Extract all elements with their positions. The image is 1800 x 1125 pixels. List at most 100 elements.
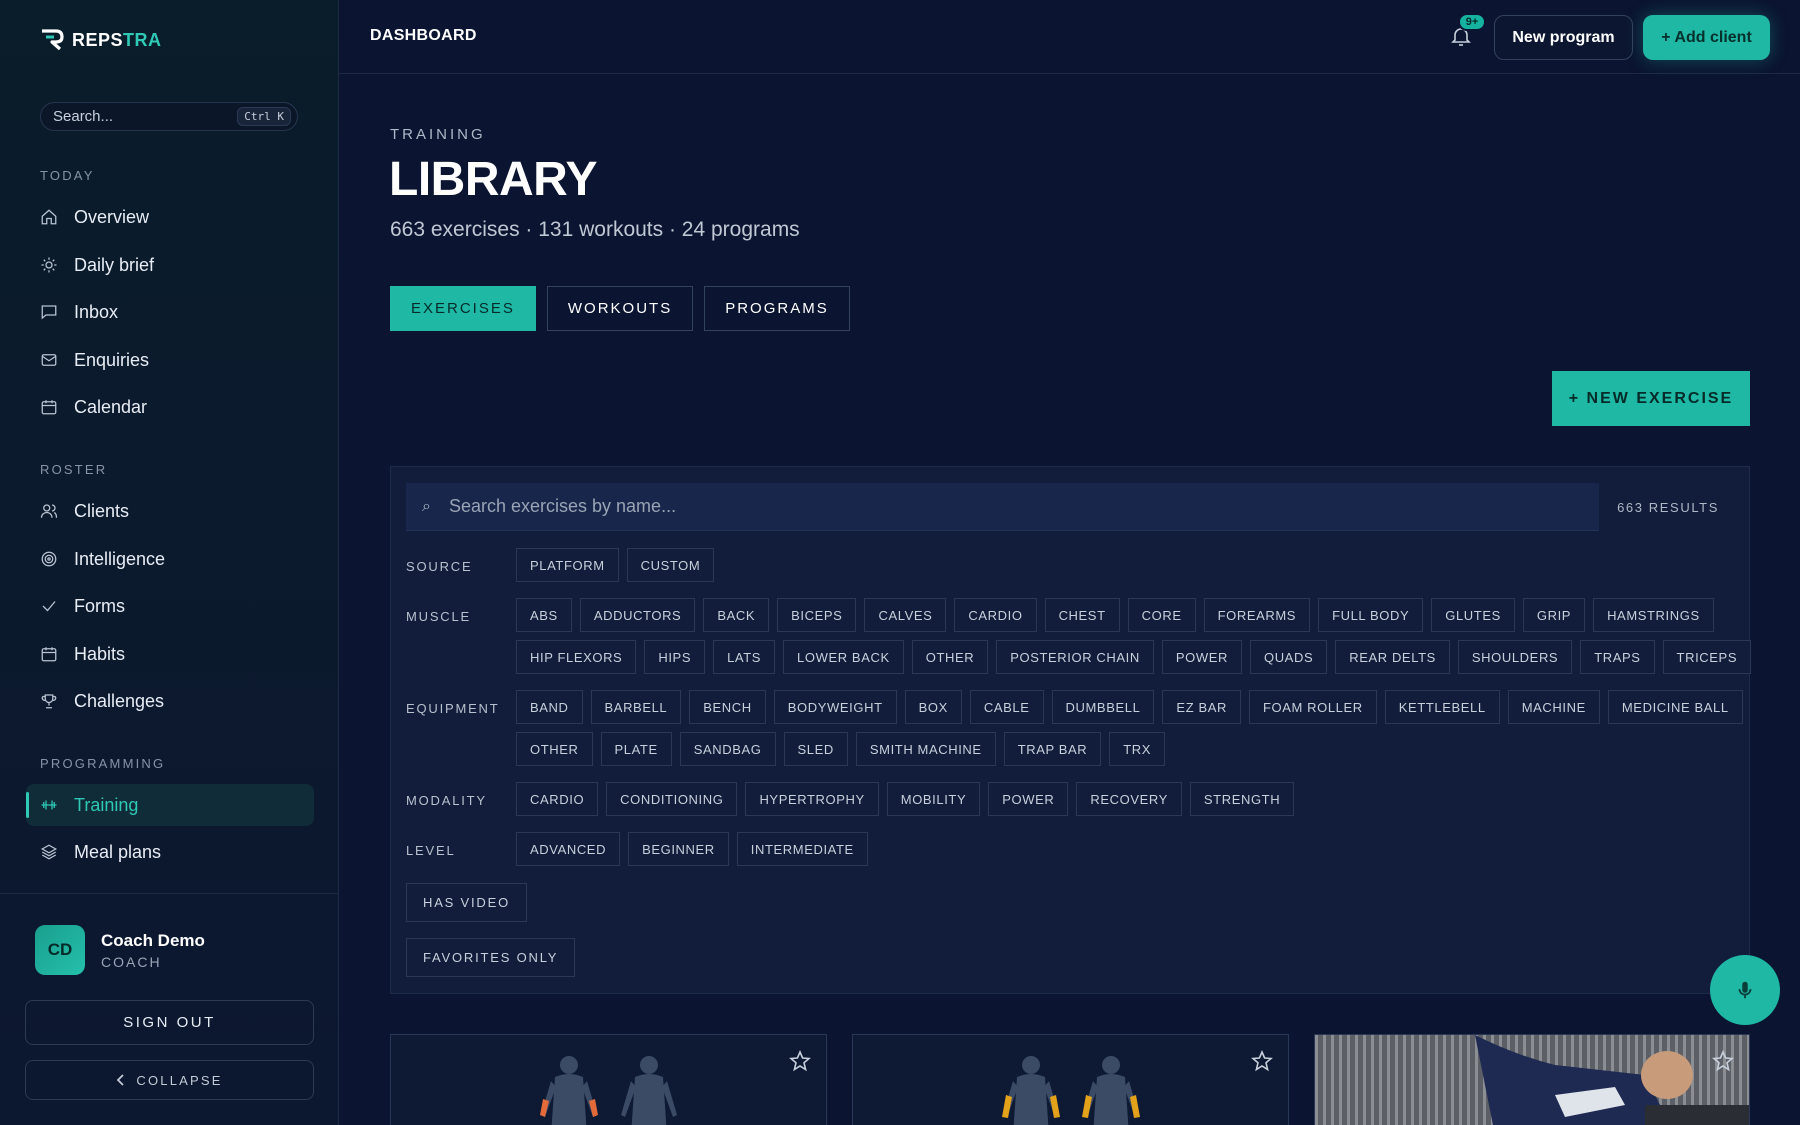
filter-chip[interactable]: SANDBAG xyxy=(679,732,776,766)
filter-chip[interactable]: ABS xyxy=(516,598,572,632)
filter-chip[interactable]: BENCH xyxy=(689,690,766,724)
sidebar-item-daily-brief[interactable]: Daily brief xyxy=(26,244,314,286)
filter-chip[interactable]: RECOVERY xyxy=(1076,782,1182,816)
filter-chip[interactable]: CABLE xyxy=(969,690,1044,724)
sidebar-item-label: Intelligence xyxy=(74,548,166,569)
favorite-star-button[interactable] xyxy=(1250,1049,1274,1073)
filter-chip[interactable]: CHEST xyxy=(1044,598,1120,632)
filter-chip[interactable]: POWER xyxy=(1161,640,1242,674)
sign-out-button[interactable]: SIGN OUT xyxy=(25,1000,314,1045)
filter-chip[interactable]: SLED xyxy=(783,732,848,766)
filter-chip[interactable]: CARDIO xyxy=(954,598,1037,632)
sidebar-item-habits[interactable]: Habits xyxy=(26,633,314,675)
filter-chip[interactable]: SMITH MACHINE xyxy=(855,732,996,766)
page-subtitle: 663 exercises · 131 workouts · 24 progra… xyxy=(390,218,800,241)
favorites-only-toggle[interactable]: FAVORITES ONLY xyxy=(406,938,576,977)
sidebar-search-placeholder: Search... xyxy=(53,108,114,125)
filter-chip[interactable]: CALVES xyxy=(864,598,947,632)
filter-chip[interactable]: INTERMEDIATE xyxy=(736,832,868,866)
sidebar-item-forms[interactable]: Forms xyxy=(26,585,314,627)
filter-chip[interactable]: BODYWEIGHT xyxy=(773,690,897,724)
tab-exercises[interactable]: EXERCISES xyxy=(390,286,536,331)
filter-chip[interactable]: FOREARMS xyxy=(1203,598,1311,632)
filter-chip[interactable]: TRX xyxy=(1109,732,1166,766)
filter-chip[interactable]: FOAM ROLLER xyxy=(1248,690,1377,724)
filter-chip[interactable]: BACK xyxy=(703,598,770,632)
filter-chip[interactable]: REAR DELTS xyxy=(1335,640,1450,674)
sidebar-item-clients[interactable]: Clients xyxy=(26,490,314,532)
filter-chip[interactable]: BOX xyxy=(904,690,962,724)
filter-chip[interactable]: MEDICINE BALL xyxy=(1607,690,1743,724)
filter-chip[interactable]: KETTLEBELL xyxy=(1384,690,1500,724)
add-client-button[interactable]: + Add client xyxy=(1643,15,1770,60)
filter-chip[interactable]: STRENGTH xyxy=(1189,782,1295,816)
filter-chip[interactable]: GLUTES xyxy=(1431,598,1515,632)
sidebar-item-challenges[interactable]: Challenges xyxy=(26,680,314,722)
filter-chip[interactable]: POWER xyxy=(988,782,1069,816)
filter-chip[interactable]: BICEPS xyxy=(777,598,857,632)
filter-chip[interactable]: TRAP BAR xyxy=(1003,732,1102,766)
sidebar-item-training[interactable]: Training xyxy=(26,784,314,826)
sidebar-item-inbox[interactable]: Inbox xyxy=(26,291,314,333)
collapse-button[interactable]: COLLAPSE xyxy=(25,1060,314,1100)
filter-chip[interactable]: TRAPS xyxy=(1580,640,1655,674)
tab-workouts[interactable]: WORKOUTS xyxy=(546,286,694,331)
filter-chip[interactable]: ADVANCED xyxy=(516,832,621,866)
sidebar-item-overview[interactable]: Overview xyxy=(26,196,314,238)
filter-chip[interactable]: SHOULDERS xyxy=(1457,640,1573,674)
filter-chip[interactable]: HAMSTRINGS xyxy=(1593,598,1714,632)
filter-chip[interactable]: BAND xyxy=(516,690,583,724)
sidebar-item-label: Training xyxy=(74,794,139,815)
sidebar-search[interactable]: Search... Ctrl K xyxy=(40,102,298,131)
filter-chip[interactable]: OTHER xyxy=(516,732,593,766)
sidebar-item-calendar[interactable]: Calendar xyxy=(26,386,314,428)
filter-chip[interactable]: CORE xyxy=(1127,598,1196,632)
filter-chip[interactable]: EZ BAR xyxy=(1162,690,1241,724)
exercise-search-input[interactable]: ⌕ Search exercises by name... xyxy=(406,483,1599,531)
filter-chip[interactable]: TRICEPS xyxy=(1662,640,1752,674)
sidebar-item-enquiries[interactable]: Enquiries xyxy=(26,339,314,381)
exercise-card[interactable] xyxy=(390,1034,827,1125)
breadcrumb[interactable]: DASHBOARD xyxy=(370,27,477,45)
filter-chip[interactable]: PLATE xyxy=(600,732,672,766)
user-profile[interactable]: CD Coach Demo COACH xyxy=(35,925,205,975)
filter-chip[interactable]: CUSTOM xyxy=(626,548,715,582)
muscle-diagram-image xyxy=(1002,1056,1140,1125)
filter-chip[interactable]: BEGINNER xyxy=(628,832,729,866)
brand-logo[interactable]: REPSTRA xyxy=(40,28,162,52)
filter-chip[interactable]: BARBELL xyxy=(590,690,682,724)
exercise-card[interactable] xyxy=(1314,1034,1750,1125)
sidebar-item-label: Enquiries xyxy=(74,349,150,370)
exercise-card[interactable] xyxy=(852,1034,1289,1125)
filter-chip[interactable]: CONDITIONING xyxy=(606,782,738,816)
sidebar-item-label: Forms xyxy=(74,595,125,616)
filter-chip[interactable]: POSTERIOR CHAIN xyxy=(996,640,1154,674)
voice-assistant-button[interactable] xyxy=(1710,955,1780,1025)
filter-chip[interactable]: CARDIO xyxy=(516,782,599,816)
filter-chip[interactable]: OTHER xyxy=(911,640,989,674)
new-program-button[interactable]: New program xyxy=(1494,15,1633,60)
filter-chip[interactable]: ADDUCTORS xyxy=(579,598,696,632)
favorite-star-button[interactable] xyxy=(788,1049,812,1073)
new-exercise-button[interactable]: + NEW EXERCISE xyxy=(1552,371,1750,426)
filter-chips-muscle-2: HIP FLEXORS HIPS LATS LOWER BACK OTHER POSTER… xyxy=(516,640,1752,674)
filter-chip[interactable]: HIP FLEXORS xyxy=(516,640,637,674)
filter-chip[interactable]: HIPS xyxy=(644,640,706,674)
filter-chip[interactable]: PLATFORM xyxy=(516,548,619,582)
filter-chip[interactable]: LOWER BACK xyxy=(783,640,904,674)
filter-chip[interactable]: DUMBBELL xyxy=(1051,690,1155,724)
favorite-star-button[interactable] xyxy=(1711,1049,1735,1073)
tab-programs[interactable]: PROGRAMS xyxy=(704,286,850,331)
sidebar-item-meal-plans[interactable]: Meal plans xyxy=(26,831,314,873)
filter-chip[interactable]: HYPERTROPHY xyxy=(745,782,879,816)
filter-chips-equipment-2: OTHER PLATE SANDBAG SLED SMITH MACHINE TRAP B… xyxy=(516,732,1166,766)
sidebar-item-intelligence[interactable]: Intelligence xyxy=(26,538,314,580)
filter-chip[interactable]: FULL BODY xyxy=(1318,598,1424,632)
filter-chip[interactable]: LATS xyxy=(713,640,776,674)
filter-chip[interactable]: MOBILITY xyxy=(886,782,981,816)
brand-name: REPSTRA xyxy=(72,29,162,50)
filter-chip[interactable]: MACHINE xyxy=(1507,690,1600,724)
filter-chip[interactable]: QUADS xyxy=(1249,640,1328,674)
has-video-toggle[interactable]: HAS VIDEO xyxy=(406,883,527,922)
filter-chip[interactable]: GRIP xyxy=(1522,598,1586,632)
